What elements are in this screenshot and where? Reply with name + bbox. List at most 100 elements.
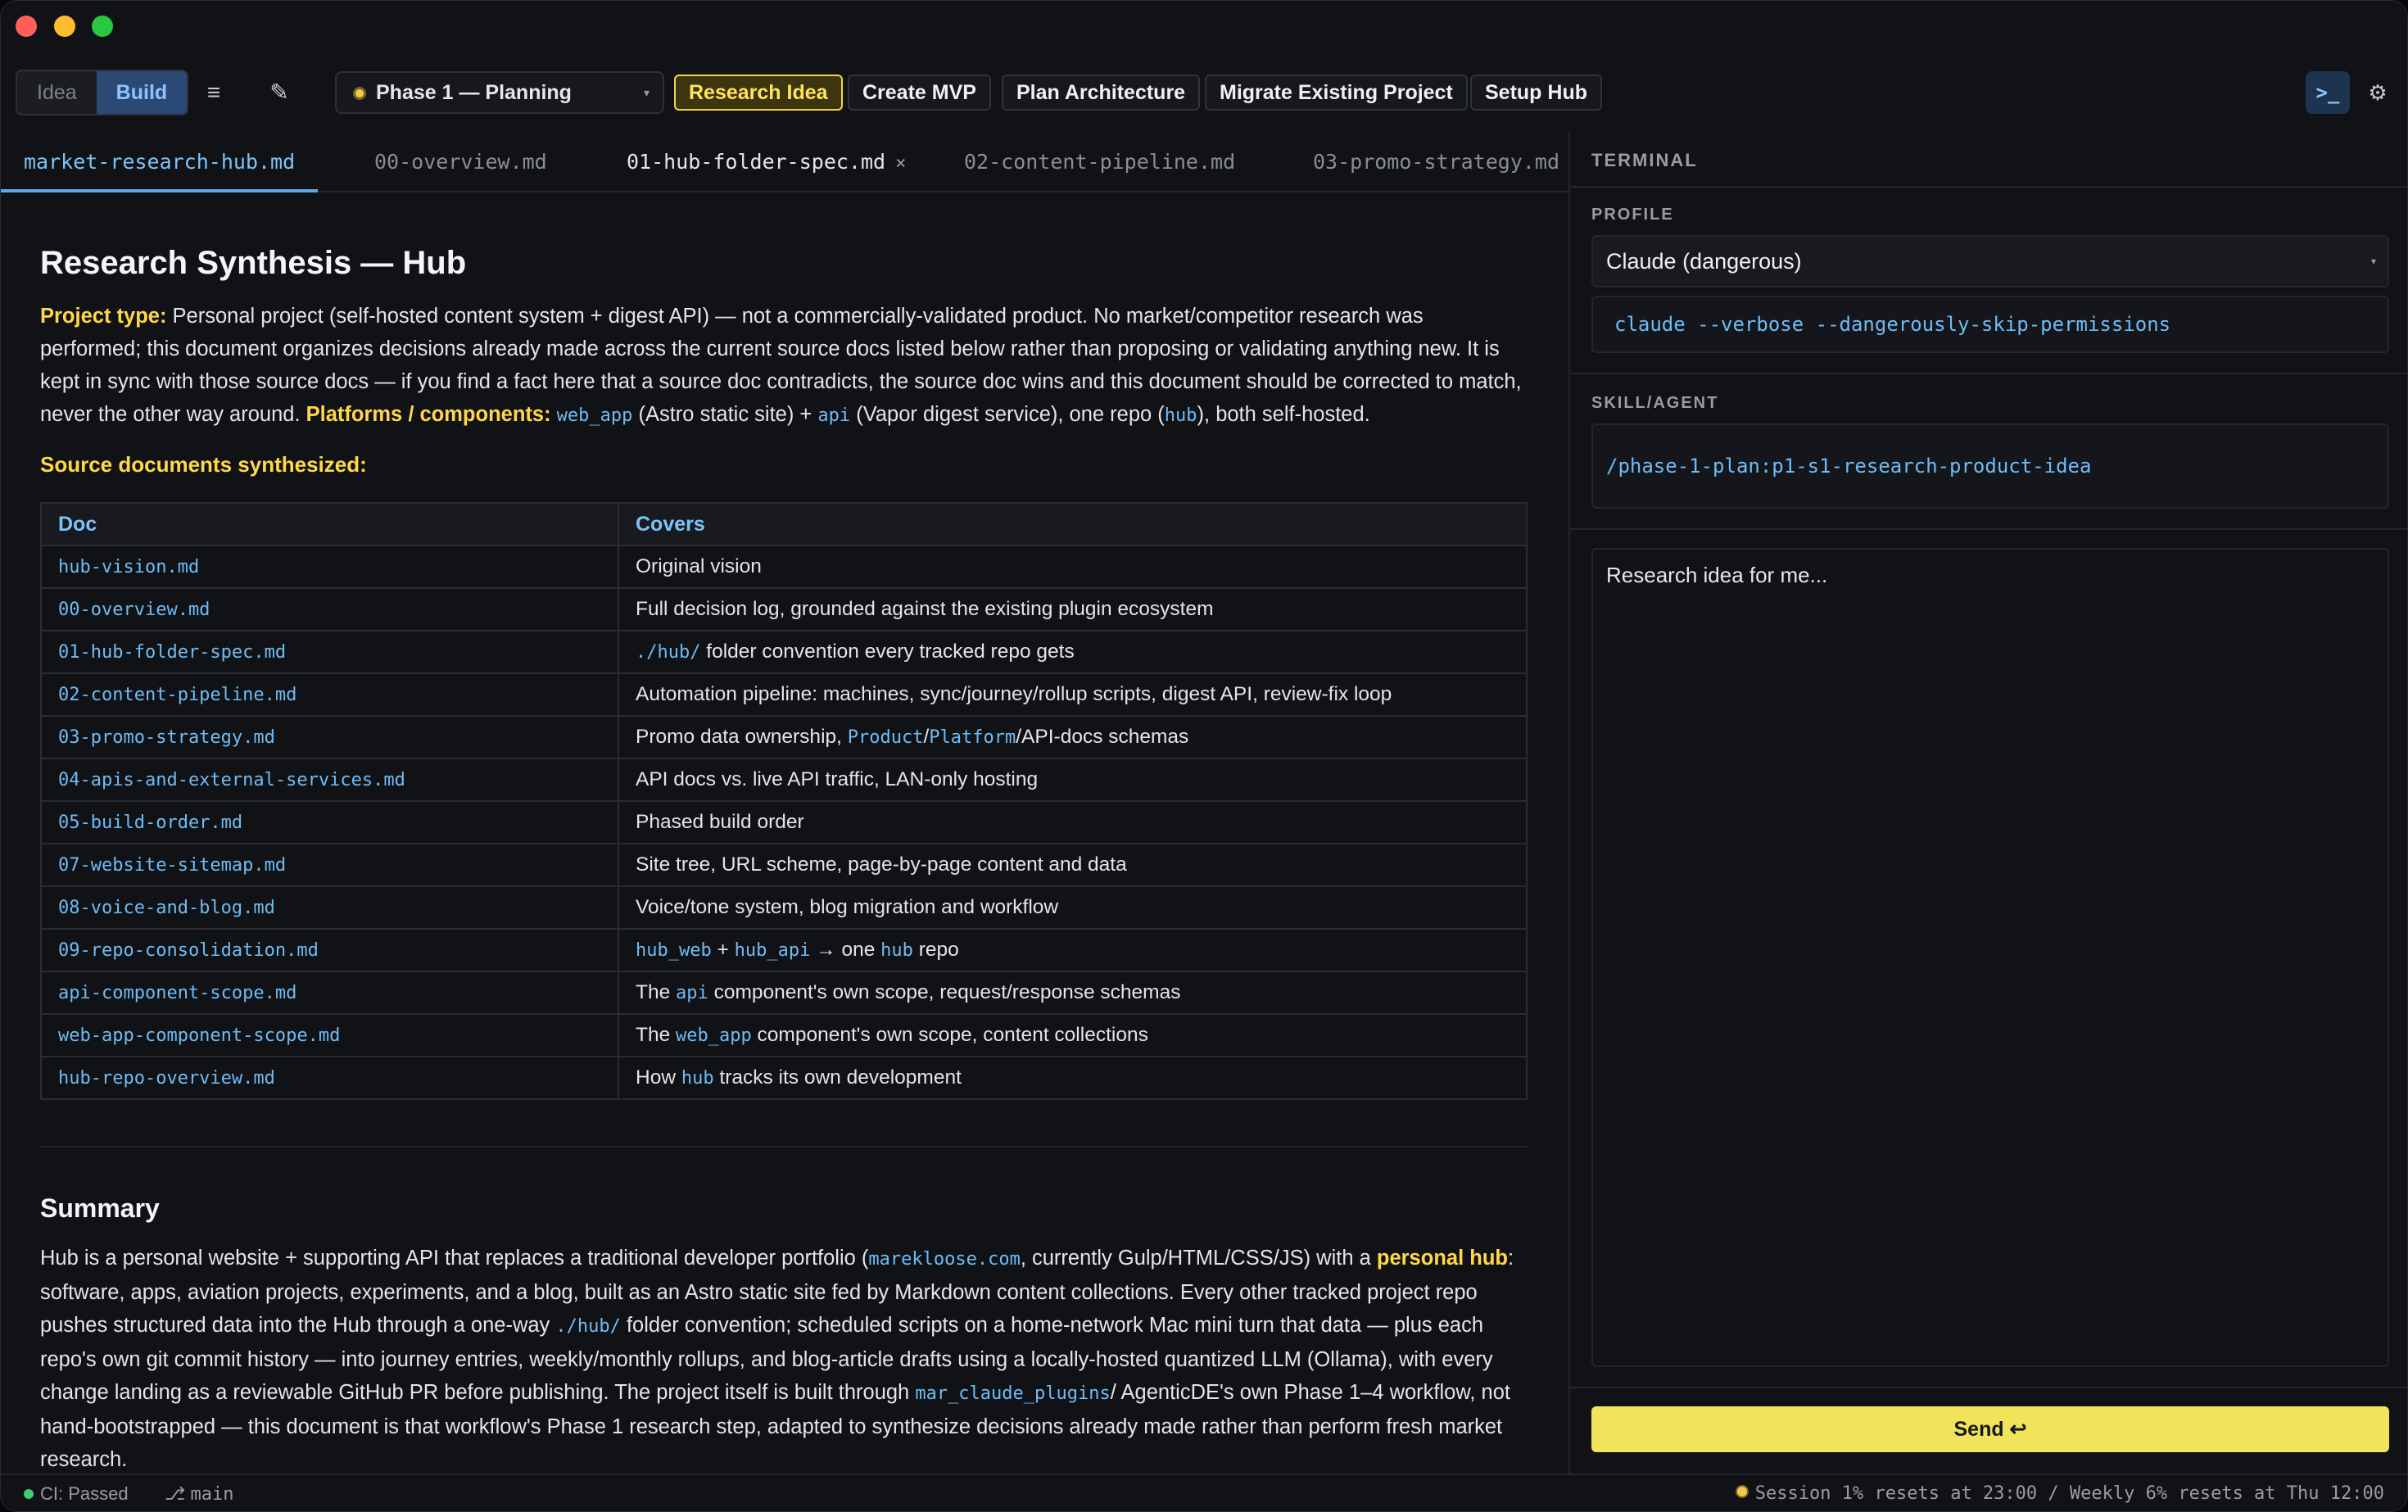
setup-hub-button[interactable]: Setup Hub <box>1470 75 1602 111</box>
divider <box>1570 528 2407 530</box>
doc-cell: 05-build-order.md <box>40 800 619 844</box>
chevron-down-icon: ▾ <box>643 86 650 99</box>
prompt-input[interactable] <box>1591 548 2389 1367</box>
research-idea-button[interactable]: Research Idea <box>674 75 843 111</box>
phase-status-dot <box>353 87 366 100</box>
inline-code: ./hub/ <box>555 1316 621 1337</box>
doc-link[interactable]: 03-promo-strategy.md <box>58 727 275 748</box>
table-row: hub-vision.md Original vision <box>40 545 1528 589</box>
platforms-text: (Astro static site) + <box>632 403 818 426</box>
doc-link[interactable]: api-component-scope.md <box>58 983 296 1003</box>
inline-code: Product <box>847 727 924 748</box>
toolbar: Idea Build ≡ ✎ Phase 1 — Planning ▾ Rese… <box>1 66 2407 119</box>
phase-select[interactable]: Phase 1 — Planning ▾ <box>335 71 664 114</box>
doc-link[interactable]: 09-repo-consolidation.md <box>58 940 319 961</box>
doc-link[interactable]: 05-build-order.md <box>58 813 242 833</box>
skill-agent-field[interactable]: /phase-1-plan:p1-s1-research-product-ide… <box>1591 423 2389 509</box>
tab-02-content-pipeline[interactable]: 02-content-pipeline.md <box>964 132 1235 192</box>
inline-code: api <box>676 983 708 1003</box>
doc-link[interactable]: 07-website-sitemap.md <box>58 855 286 876</box>
tab-market-research-hub[interactable]: market-research-hub.md <box>1 132 319 192</box>
profile-select[interactable]: Claude (dangerous) ▾ <box>1591 235 2389 287</box>
branch-icon: ⎇ <box>165 1483 186 1504</box>
mode-build-tab[interactable]: Build <box>96 71 188 114</box>
gear-icon[interactable]: ⚙ <box>2361 71 2394 114</box>
divider <box>1570 1387 2407 1388</box>
tab-00-overview[interactable]: 00-overview.md <box>374 132 547 192</box>
inline-code: hub <box>880 940 913 961</box>
ci-status-text: CI: Passed <box>40 1483 129 1504</box>
table-row: api-component-scope.md The api component'… <box>40 971 1528 1015</box>
edit-icon[interactable]: ✎ <box>256 70 302 115</box>
mode-idea-tab[interactable]: Idea <box>17 71 97 114</box>
doc-cell: 08-voice-and-blog.md <box>40 885 619 930</box>
ci-status[interactable]: CI: Passed <box>24 1483 129 1505</box>
cell-text: Site tree, URL scheme, page-by-page cont… <box>636 853 1127 876</box>
covers-cell: Original vision <box>618 545 1528 589</box>
inline-code: web_app <box>676 1025 752 1046</box>
doc-cell: 01-hub-folder-spec.md <box>40 630 619 674</box>
cell-text: Promo data ownership, <box>636 726 848 748</box>
create-mvp-button[interactable]: Create MVP <box>848 75 991 111</box>
list-icon[interactable]: ≡ <box>191 70 237 115</box>
cell-text: Phased build order <box>636 811 804 833</box>
cell-text: How <box>636 1066 681 1089</box>
covers-cell: hub_web + hub_api → one hub repo <box>618 928 1528 972</box>
inline-code: hub <box>1164 405 1197 426</box>
cell-text: repo <box>912 939 959 961</box>
phase-label: Phase 1 — Planning <box>376 81 572 104</box>
cell-text: Voice/tone system, blog migration and wo… <box>636 896 1059 918</box>
session-usage-text: Session 1% resets at 23:00 / Weekly 6% r… <box>1754 1483 2384 1504</box>
branch-name: main <box>190 1484 234 1505</box>
profile-label: PROFILE <box>1591 206 1674 224</box>
cell-text: → one <box>810 939 881 961</box>
close-icon[interactable]: × <box>895 153 906 174</box>
doc-link[interactable]: 04-apis-and-external-services.md <box>58 770 405 790</box>
table-row: 03-promo-strategy.md Promo data ownership… <box>40 715 1528 759</box>
column-header-doc: Doc <box>40 502 619 546</box>
doc-link[interactable]: hub-vision.md <box>58 557 199 577</box>
doc-cell: 09-repo-consolidation.md <box>40 928 619 972</box>
doc-link[interactable]: 08-voice-and-blog.md <box>58 898 275 918</box>
doc-cell: api-component-scope.md <box>40 971 619 1015</box>
terminal-toggle-icon[interactable]: >_ <box>2306 71 2350 114</box>
close-window-button[interactable] <box>16 16 37 37</box>
doc-link[interactable]: web-app-component-scope.md <box>58 1025 340 1046</box>
tab-03-promo-strategy[interactable]: 03-promo-strategy.md <box>1313 132 1559 192</box>
cell-text: The <box>636 981 677 1003</box>
doc-link[interactable]: 01-hub-folder-spec.md <box>58 642 286 663</box>
send-button[interactable]: Send ↩ <box>1591 1406 2389 1452</box>
doc-cell: 03-promo-strategy.md <box>40 715 619 759</box>
doc-link[interactable]: hub-repo-overview.md <box>58 1068 275 1089</box>
doc-cell: 02-content-pipeline.md <box>40 672 619 717</box>
skill-agent-value: /phase-1-plan:p1-s1-research-product-ide… <box>1606 455 2092 478</box>
table-row: 00-overview.md Full decision log, grounde… <box>40 587 1528 632</box>
migrate-existing-project-button[interactable]: Migrate Existing Project <box>1205 75 1468 111</box>
summary-text: Hub is a personal website + supporting A… <box>40 1247 869 1270</box>
minimize-window-button[interactable] <box>54 16 75 37</box>
doc-cell: hub-repo-overview.md <box>40 1056 619 1100</box>
tab-01-hub-folder-spec[interactable]: 01-hub-folder-spec.md × <box>627 132 906 192</box>
command-field[interactable]: claude --verbose --dangerously-skip-perm… <box>1591 296 2389 353</box>
inline-code: marekloose.com <box>868 1249 1021 1270</box>
terminal-panel: TERMINAL PROFILE Claude (dangerous) ▾ cl… <box>1568 132 2407 1474</box>
zoom-window-button[interactable] <box>92 16 113 37</box>
skill-agent-label: SKILL/AGENT <box>1591 394 1719 412</box>
doc-link[interactable]: 02-content-pipeline.md <box>58 685 296 705</box>
divider <box>40 1146 1529 1148</box>
covers-cell: ./hub/ folder convention every tracked r… <box>618 630 1528 674</box>
summary-heading: Summary <box>40 1193 160 1223</box>
editor-tabs: market-research-hub.md 00-overview.md 01… <box>1 132 1568 192</box>
doc-cell: 07-website-sitemap.md <box>40 843 619 887</box>
branch-indicator[interactable]: ⎇ main <box>165 1483 233 1505</box>
plan-architecture-button[interactable]: Plan Architecture <box>1002 75 1201 111</box>
table-row: 09-repo-consolidation.md hub_web + hub_ap… <box>40 928 1528 972</box>
cell-text: /API-docs schemas <box>1016 726 1189 748</box>
inline-code: api <box>817 405 851 426</box>
table-row: 01-hub-folder-spec.md ./hub/ folder conve… <box>40 630 1528 674</box>
doc-link[interactable]: 00-overview.md <box>58 600 210 620</box>
divider <box>1570 373 2407 374</box>
cell-text: folder convention every tracked repo get… <box>700 641 1075 663</box>
covers-cell: Phased build order <box>618 800 1528 844</box>
table-row: 04-apis-and-external-services.md API docs… <box>40 758 1528 802</box>
